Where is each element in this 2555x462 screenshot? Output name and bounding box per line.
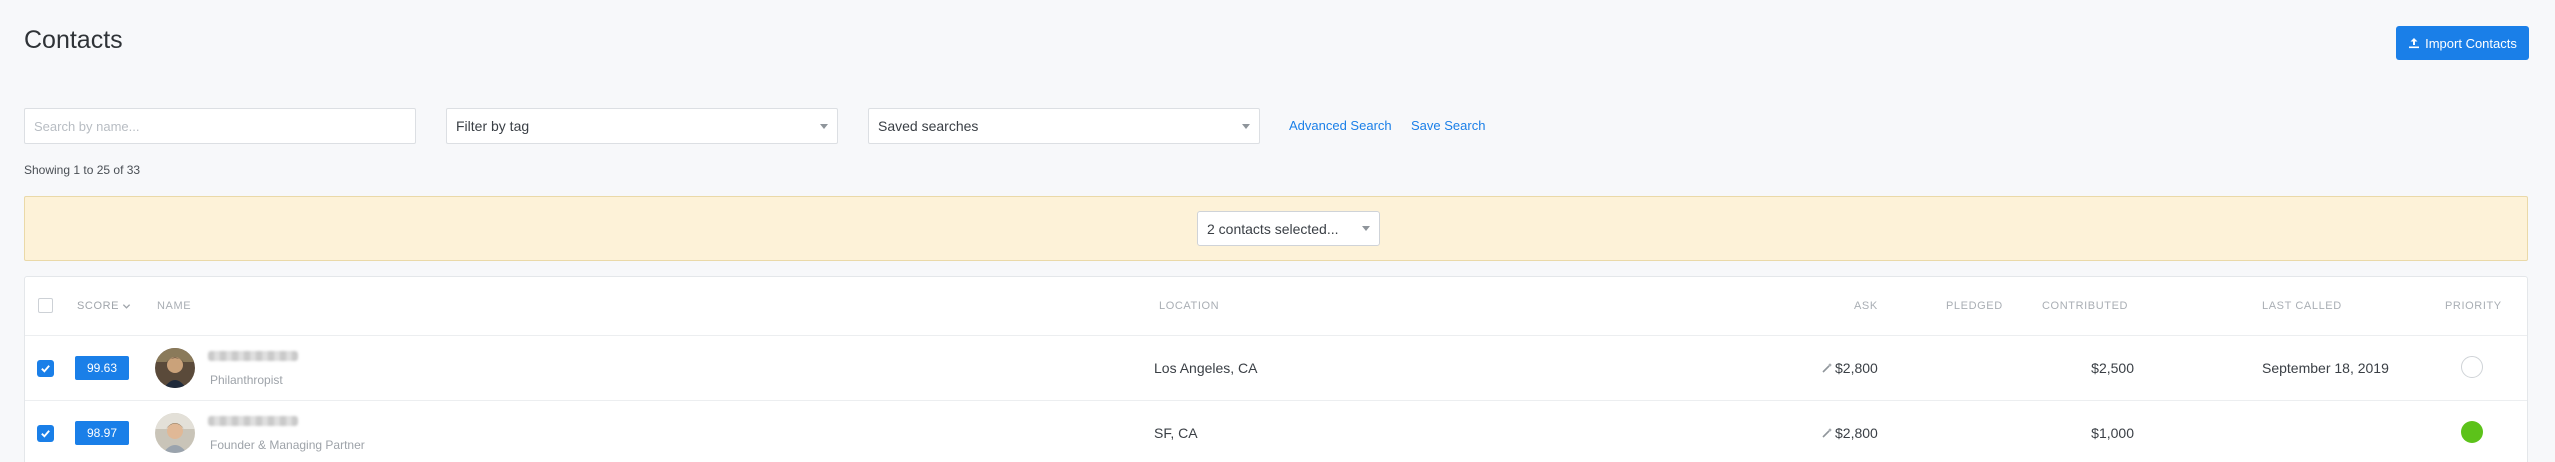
score-badge: 99.63: [75, 356, 129, 380]
chevron-down-icon: [1362, 226, 1370, 231]
priority-indicator[interactable]: [2461, 421, 2483, 443]
score-header-label: Score: [77, 300, 120, 312]
bulk-actions-label: 2 contacts selected...: [1207, 220, 1339, 237]
saved-searches-select[interactable]: Saved searches: [868, 108, 1260, 144]
column-header-priority[interactable]: Priority: [2445, 300, 2502, 312]
chevron-down-icon: [820, 123, 828, 129]
score-badge: 98.97: [75, 421, 129, 445]
contributed-amount: $1,000: [2091, 425, 2134, 441]
page-title: Contacts: [24, 26, 123, 54]
search-input[interactable]: [24, 108, 416, 144]
priority-indicator[interactable]: [2461, 356, 2483, 378]
column-header-name[interactable]: Name: [157, 300, 191, 312]
column-header-ask[interactable]: Ask: [1854, 300, 1878, 312]
save-search-link[interactable]: Save Search: [1411, 118, 1485, 133]
chevron-down-icon: [122, 303, 131, 309]
checkmark-icon: [41, 365, 50, 373]
checkmark-icon: [41, 430, 50, 438]
selection-bar: 2 contacts selected...: [24, 196, 2528, 261]
select-all-checkbox[interactable]: [38, 298, 53, 313]
contributed-amount: $2,500: [2091, 360, 2134, 376]
ask-amount[interactable]: $2,800: [1821, 425, 1878, 441]
column-header-contributed[interactable]: Contributed: [2042, 300, 2128, 312]
filter-by-tag-select[interactable]: Filter by tag: [446, 108, 838, 144]
column-header-last-called[interactable]: Last Called: [2262, 300, 2342, 312]
advanced-search-link[interactable]: Advanced Search: [1289, 118, 1392, 133]
contact-location: SF, CA: [1154, 425, 1198, 441]
ask-value: $2,800: [1835, 425, 1878, 441]
saved-searches-label: Saved searches: [878, 118, 979, 134]
import-contacts-button[interactable]: Import Contacts: [2396, 26, 2529, 60]
chevron-down-icon: [1242, 123, 1250, 129]
bulk-actions-dropdown[interactable]: 2 contacts selected...: [1197, 211, 1380, 246]
import-contacts-label: Import Contacts: [2425, 35, 2517, 51]
column-header-score[interactable]: Score: [77, 300, 131, 312]
table-row[interactable]: 99.63 Philanthropist Los Angeles, CA $2,…: [25, 335, 2527, 400]
ask-amount[interactable]: $2,800: [1821, 360, 1878, 376]
column-header-location[interactable]: Location: [1159, 300, 1219, 312]
magic-wand-icon: [1822, 363, 1832, 373]
column-header-pledged[interactable]: Pledged: [1946, 300, 2003, 312]
table-row[interactable]: 98.97 Founder & Managing Partner SF, CA …: [25, 400, 2527, 462]
avatar: [155, 413, 195, 453]
filter-by-tag-label: Filter by tag: [456, 118, 530, 134]
results-count: Showing 1 to 25 of 33: [24, 163, 141, 177]
contact-name-redacted[interactable]: [208, 416, 298, 426]
upload-icon: [2409, 38, 2420, 49]
magic-wand-icon: [1822, 428, 1832, 438]
last-called-date: September 18, 2019: [2262, 360, 2389, 376]
contacts-table: Score Name Location Ask Pledged Contribu…: [24, 276, 2528, 462]
contact-location: Los Angeles, CA: [1154, 360, 1258, 376]
contact-name-redacted[interactable]: [208, 351, 298, 361]
avatar: [155, 348, 195, 388]
contact-title: Philanthropist: [210, 373, 283, 387]
row-checkbox[interactable]: [37, 360, 54, 377]
ask-value: $2,800: [1835, 360, 1878, 376]
row-checkbox[interactable]: [37, 425, 54, 442]
contact-title: Founder & Managing Partner: [210, 438, 365, 452]
